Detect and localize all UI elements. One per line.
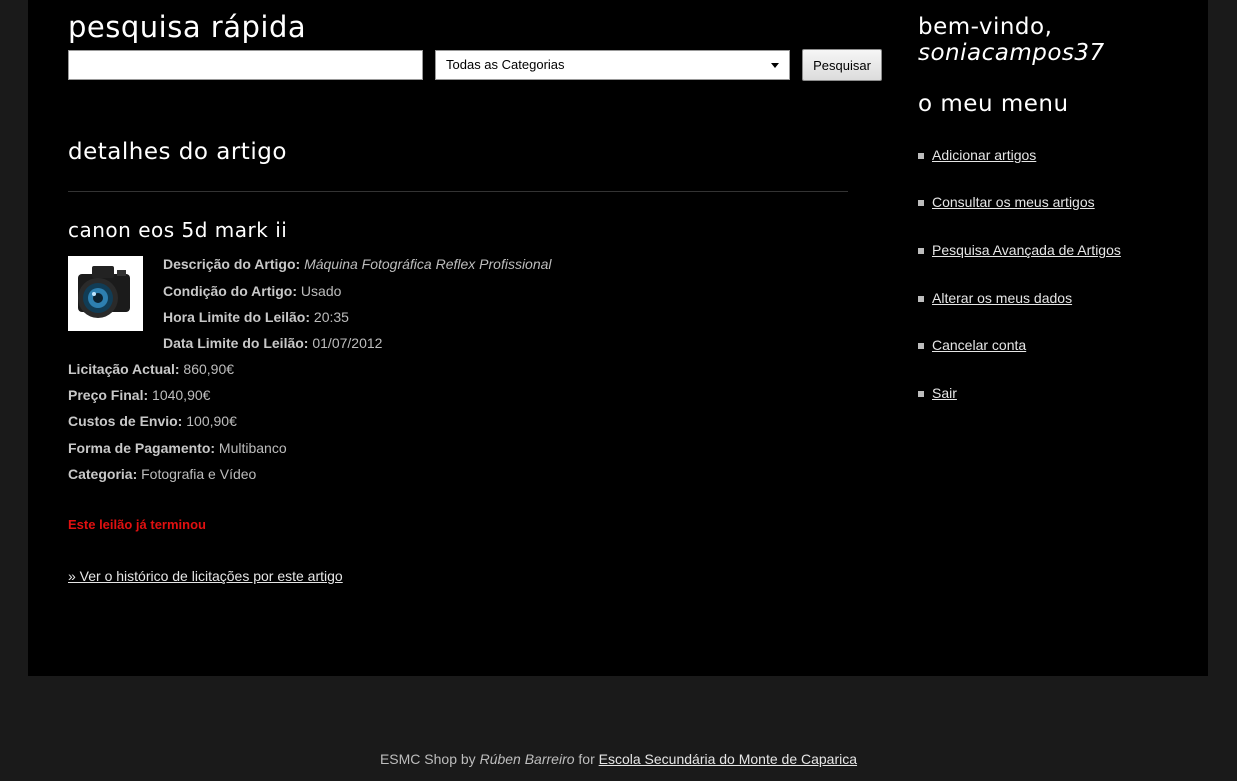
field-label: Hora Limite do Leilão: xyxy=(163,309,311,325)
field-current-bid: Licitação Actual: 860,90€ xyxy=(68,360,234,378)
category-select[interactable]: Todas as Categorias xyxy=(435,50,790,80)
field-end-time: Hora Limite do Leilão: 20:35 xyxy=(163,308,349,326)
footer-for: for xyxy=(574,751,599,767)
field-value: 1040,90€ xyxy=(152,387,211,403)
field-condition: Condição do Artigo: Usado xyxy=(163,282,341,300)
bullet-icon xyxy=(918,248,924,254)
bullet-icon xyxy=(918,200,924,206)
item-image xyxy=(68,256,143,331)
divider xyxy=(68,191,848,192)
chevron-down-icon xyxy=(771,63,779,68)
field-value: Máquina Fotográfica Reflex Profissional xyxy=(304,256,552,272)
item-title: canon eos 5d mark ii xyxy=(68,218,288,242)
field-label: Data Limite do Leilão: xyxy=(163,335,309,351)
footer-author: Rúben Barreiro xyxy=(479,751,575,767)
field-label: Categoria: xyxy=(68,466,138,482)
bullet-icon xyxy=(918,391,924,397)
field-label: Descrição do Artigo: xyxy=(163,256,301,272)
footer: ESMC Shop by Rúben Barreiro for Escola S… xyxy=(0,751,1237,767)
field-payment: Forma de Pagamento: Multibanco xyxy=(68,439,287,457)
camera-icon xyxy=(68,256,143,331)
footer-school-link[interactable]: Escola Secundária do Monte de Caparica xyxy=(599,751,857,767)
welcome-text: bem-vindo, xyxy=(918,14,1053,40)
field-label: Custos de Envio: xyxy=(68,413,183,429)
search-title: pesquisa rápida xyxy=(68,10,307,44)
field-description: Descrição do Artigo: Máquina Fotográfica… xyxy=(163,255,552,273)
auction-ended-message: Este leilão já terminou xyxy=(68,517,206,532)
field-value: 860,90€ xyxy=(183,361,235,377)
field-value: Usado xyxy=(300,283,342,299)
field-value: 20:35 xyxy=(313,309,349,325)
field-label: Condição do Artigo: xyxy=(163,283,298,299)
search-button[interactable]: Pesquisar xyxy=(802,49,882,81)
menu-title: o meu menu xyxy=(918,91,1069,117)
field-end-date: Data Limite do Leilão: 01/07/2012 xyxy=(163,334,382,352)
bullet-icon xyxy=(918,296,924,302)
footer-shop: ESMC Shop by xyxy=(379,751,480,767)
sidebar-item-label[interactable]: Sair xyxy=(932,385,957,401)
sidebar-item-label[interactable]: Cancelar conta xyxy=(932,337,1026,353)
field-shipping: Custos de Envio: 100,90€ xyxy=(68,412,237,430)
field-value: Fotografia e Vídeo xyxy=(141,466,257,482)
bullet-icon xyxy=(918,153,924,159)
field-label: Licitação Actual: xyxy=(68,361,180,377)
category-selected-label: Todas as Categorias xyxy=(446,57,565,72)
field-label: Preço Final: xyxy=(68,387,149,403)
sidebar-item-label[interactable]: Adicionar artigos xyxy=(932,147,1036,163)
details-title: detalhes do artigo xyxy=(68,139,287,165)
main-panel: pesquisa rápida Todas as Categorias Pesq… xyxy=(28,0,1208,676)
field-label: Forma de Pagamento: xyxy=(68,440,216,456)
field-final-price: Preço Final: 1040,90€ xyxy=(68,386,210,404)
bid-history-link[interactable]: » Ver o histórico de licitações por este… xyxy=(68,568,343,584)
field-value: Multibanco xyxy=(218,440,287,456)
sidebar-item-label[interactable]: Consultar os meus artigos xyxy=(932,194,1095,210)
sidebar-item-label[interactable]: Pesquisa Avançada de Artigos xyxy=(932,242,1121,258)
username: soniacampos37 xyxy=(918,40,1105,66)
bullet-icon xyxy=(918,343,924,349)
sidebar-item-label[interactable]: Alterar os meus dados xyxy=(932,290,1072,306)
search-input[interactable] xyxy=(68,50,423,80)
field-value: 100,90€ xyxy=(186,413,237,429)
field-value: 01/07/2012 xyxy=(312,335,383,351)
field-category: Categoria: Fotografia e Vídeo xyxy=(68,465,256,483)
